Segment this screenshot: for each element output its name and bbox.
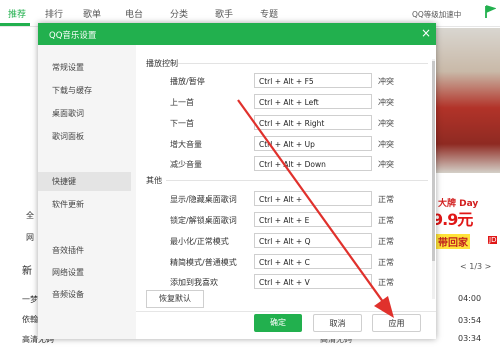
dialog-header[interactable]: QQ音乐设置 × — [38, 23, 436, 45]
shortcut-key-field[interactable]: Ctrl + Alt + Q — [254, 233, 372, 248]
cancel-button[interactable]: 取消 — [313, 314, 362, 332]
dialog-title: QQ音乐设置 — [49, 31, 97, 41]
sidebar-item-hotkeys[interactable]: 快捷键 — [52, 176, 76, 187]
shortcut-status: 正常 — [378, 278, 394, 287]
shortcut-key-field[interactable]: Ctrl + Alt + Right — [254, 115, 372, 130]
shortcut-label: 增大音量 — [170, 140, 202, 149]
ad-price: 9.9元 — [432, 210, 473, 229]
sidebar-item-general[interactable]: 常规设置 — [52, 62, 84, 73]
shortcut-label: 添加到我喜欢 — [170, 278, 218, 287]
shortcut-status: 冲突 — [378, 98, 394, 107]
banner-photo[interactable] — [432, 28, 500, 173]
shortcut-key-field[interactable]: Ctrl + Alt + F5 — [254, 73, 372, 88]
divider — [178, 63, 428, 64]
vip-speedup-text[interactable]: QQ等级加速中 — [412, 9, 461, 20]
song-duration: 03:54 — [458, 316, 482, 325]
sidebar-item-desktop-lyrics[interactable]: 桌面歌词 — [52, 108, 84, 119]
shortcut-key-field[interactable]: Ctrl + Alt + Down — [254, 156, 372, 171]
sidebar-item-download[interactable]: 下载与缓存 — [52, 85, 92, 96]
shortcut-key-field[interactable]: Ctrl + Alt + Up — [254, 136, 372, 151]
left-menu-item-2[interactable]: 网 — [26, 232, 34, 243]
tab-ranking[interactable]: 排行 — [45, 7, 63, 20]
section-playback-title: 播放控制 — [146, 59, 178, 68]
shortcut-label: 锁定/解锁桌面歌词 — [170, 216, 237, 225]
tab-topic[interactable]: 专题 — [260, 7, 278, 20]
shortcut-status: 正常 — [378, 237, 394, 246]
song-row-title[interactable]: 一梦 — [22, 294, 38, 305]
pager[interactable]: < 1/3 > — [460, 262, 491, 271]
tab-category[interactable]: 分类 — [170, 7, 188, 20]
shortcut-key-field[interactable]: Ctrl + Alt + Left — [254, 94, 372, 109]
sidebar-item-lyrics-panel[interactable]: 歌词面板 — [52, 131, 84, 142]
sidebar-item-network[interactable]: 网络设置 — [52, 267, 84, 278]
sidebar-item-sound-plugins[interactable]: 音效插件 — [52, 245, 84, 256]
sidebar-item-software-update[interactable]: 软件更新 — [52, 199, 84, 210]
tab-radio[interactable]: 电台 — [125, 7, 143, 20]
tab-recommend[interactable]: 推荐 — [8, 7, 26, 20]
shortcut-status: 冲突 — [378, 77, 394, 86]
shortcut-key-field[interactable]: Ctrl + Alt + — [254, 191, 372, 206]
ad-gift-label: 带回家 — [436, 234, 470, 249]
song-row-title[interactable]: 依翰 — [22, 314, 38, 325]
shortcut-status: 冲突 — [378, 140, 394, 149]
shortcut-label: 显示/隐藏桌面歌词 — [170, 195, 237, 204]
shortcut-label: 上一首 — [170, 98, 194, 107]
settings-dialog: QQ音乐设置 × 常规设置 下载与缓存 桌面歌词 歌词面板 快捷键 软件更新 音… — [38, 23, 436, 339]
footer-divider — [136, 311, 436, 312]
song-duration: 03:34 — [458, 334, 482, 343]
active-tab-underline — [0, 23, 30, 26]
close-icon[interactable]: × — [419, 26, 433, 40]
shortcut-status: 正常 — [378, 216, 394, 225]
song-duration: 04:00 — [458, 294, 482, 303]
left-menu-item-1[interactable]: 全 — [26, 210, 34, 221]
shortcut-key-field[interactable]: Ctrl + Alt + E — [254, 212, 372, 227]
apply-button[interactable]: 应用 — [372, 314, 421, 332]
shortcut-key-field[interactable]: Ctrl + Alt + V — [254, 274, 372, 289]
divider — [166, 180, 428, 181]
ok-button[interactable]: 确定 — [254, 314, 302, 332]
shortcut-label: 播放/暂停 — [170, 77, 205, 86]
shortcut-status: 正常 — [378, 195, 394, 204]
shortcut-label: 最小化/正常模式 — [170, 237, 229, 246]
tab-playlists[interactable]: 歌单 — [83, 7, 101, 20]
shortcut-status: 冲突 — [378, 160, 394, 169]
shortcut-status: 冲突 — [378, 119, 394, 128]
settings-sidebar: 常规设置 下载与缓存 桌面歌词 歌词面板 快捷键 软件更新 音效插件 网络设置 … — [38, 45, 136, 339]
shortcut-label: 减少音量 — [170, 160, 202, 169]
shortcut-key-field[interactable]: Ctrl + Alt + C — [254, 254, 372, 269]
shortcut-label: 下一首 — [170, 119, 194, 128]
shortcut-status: 正常 — [378, 258, 394, 267]
shortcut-label: 精简模式/普通模式 — [170, 258, 237, 267]
ad-jd-logo: JD — [488, 236, 498, 244]
scrollbar-thumb[interactable] — [432, 61, 435, 261]
restore-defaults-button[interactable]: 恢复默认 — [146, 290, 204, 308]
section-other-title: 其他 — [146, 176, 162, 185]
flag-icon[interactable] — [484, 5, 496, 19]
new-section-heading: 新 — [22, 266, 32, 277]
tab-singer[interactable]: 歌手 — [215, 7, 233, 20]
sidebar-item-audio-device[interactable]: 音频设备 — [52, 289, 84, 300]
